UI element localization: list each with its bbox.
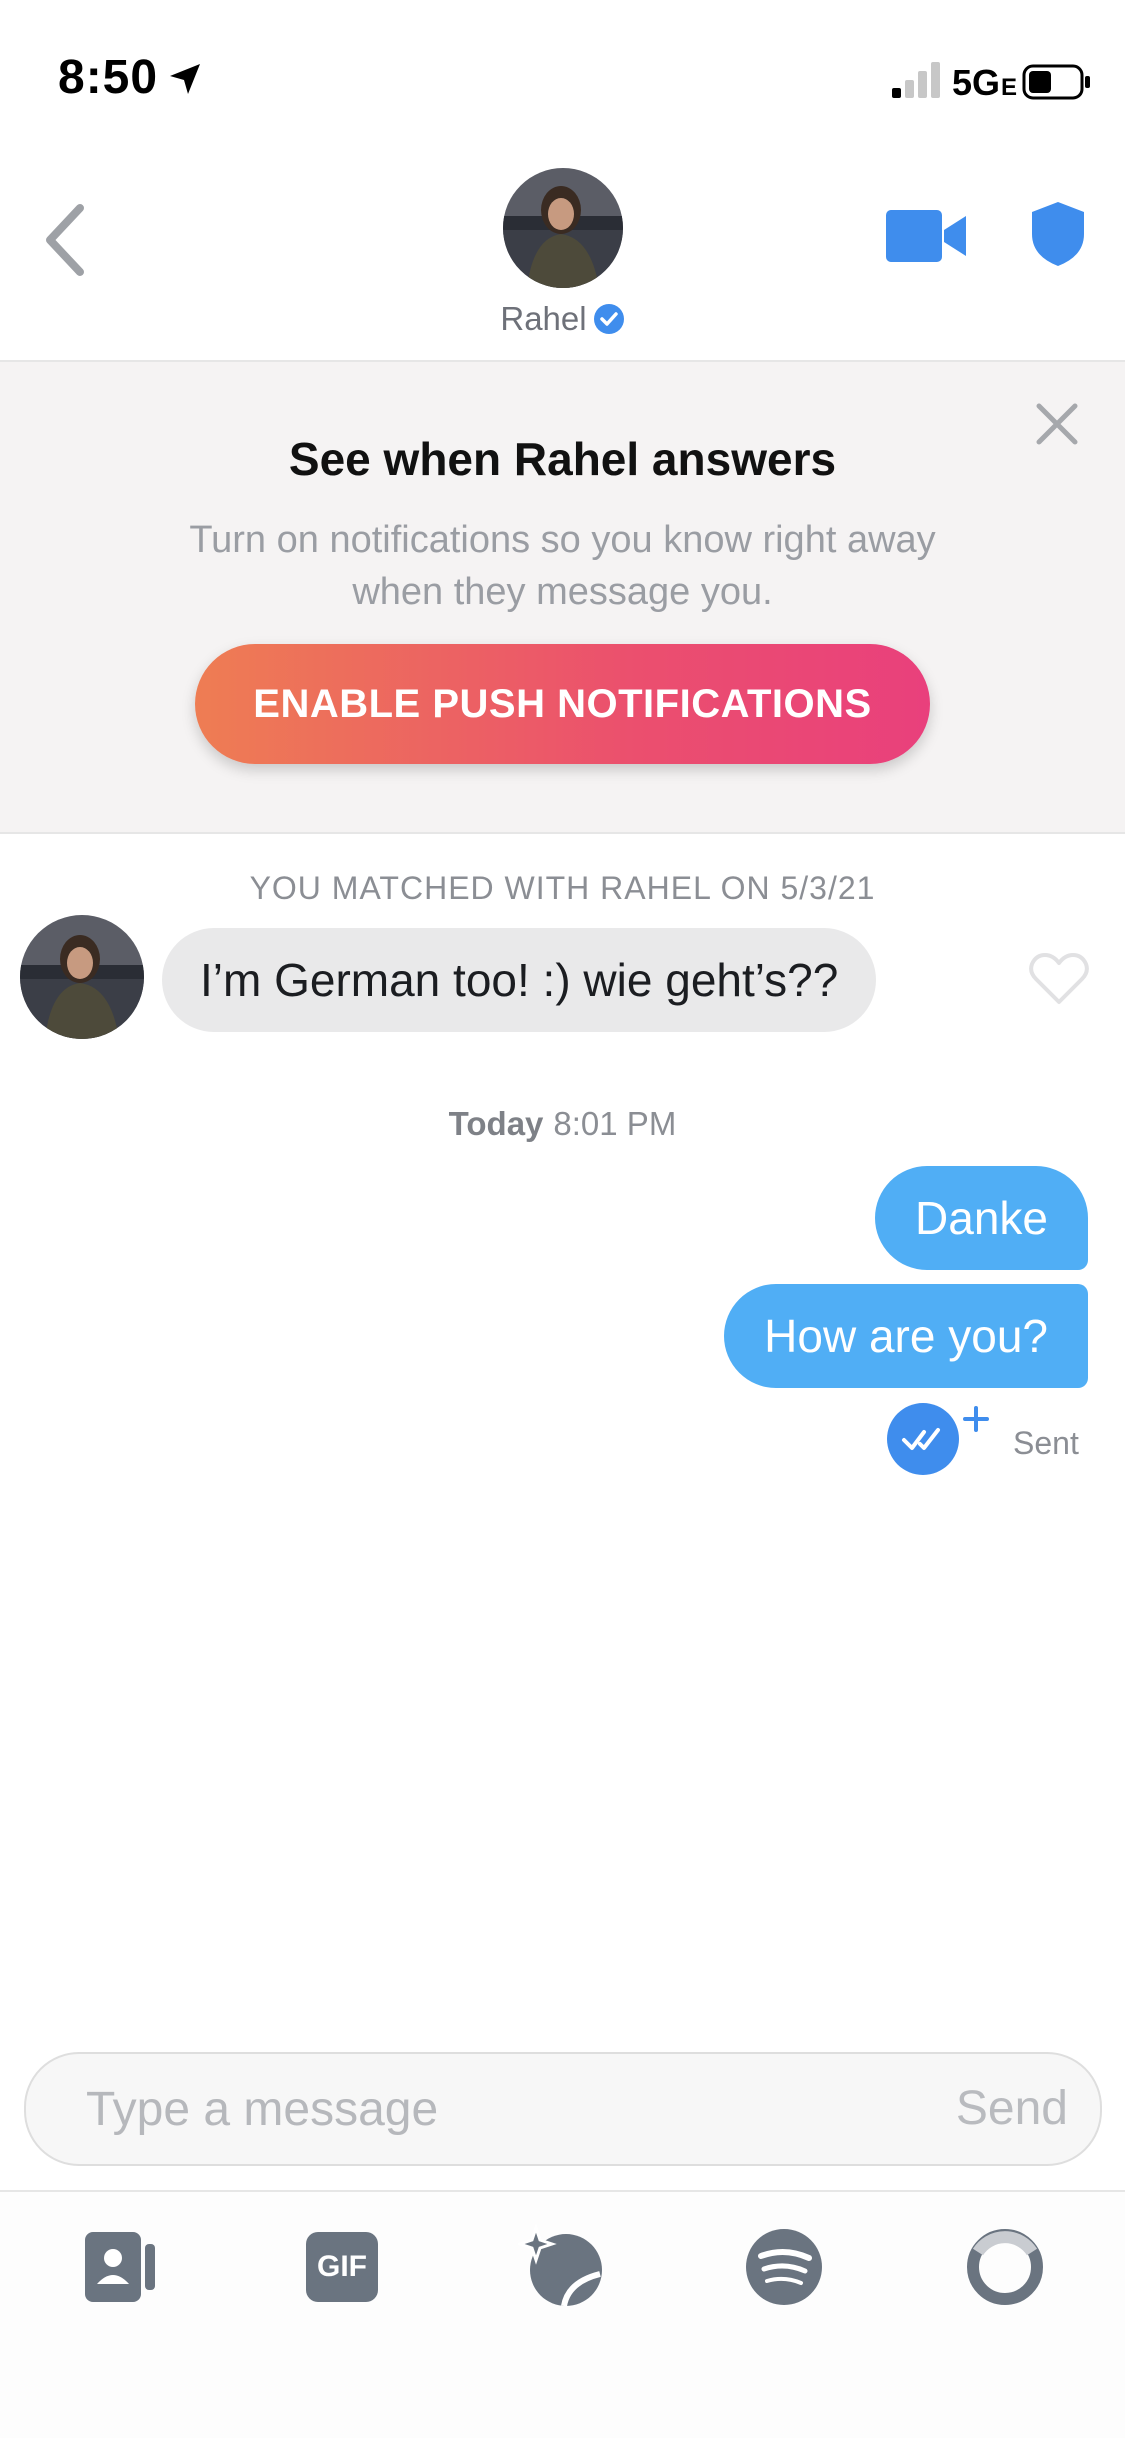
message-input[interactable] bbox=[86, 2054, 886, 2164]
promo-subtitle: Turn on notifications so you know right … bbox=[189, 519, 936, 613]
like-heart-icon[interactable] bbox=[1029, 952, 1089, 1006]
avatar-photo bbox=[503, 168, 623, 288]
chat-header: Rahel bbox=[0, 150, 1125, 362]
status-time: 8:50 bbox=[58, 51, 159, 104]
spotify-button[interactable] bbox=[739, 2222, 829, 2312]
notification-promo-banner: See when Rahel answers Turn on notificat… bbox=[0, 362, 1125, 834]
network-subtype: E bbox=[1001, 74, 1018, 101]
share-contact-button[interactable] bbox=[75, 2222, 165, 2312]
network-type: 5G bbox=[952, 62, 1001, 103]
verified-badge-icon bbox=[593, 304, 624, 334]
safety-shield-icon[interactable] bbox=[1028, 200, 1088, 268]
message-timestamp: Today 8:01 PM bbox=[0, 1105, 1125, 1143]
plus-icon[interactable] bbox=[963, 1406, 989, 1432]
spotify-icon bbox=[746, 2229, 822, 2305]
back-chevron-icon[interactable] bbox=[40, 200, 90, 280]
cellular-signal-icon bbox=[892, 62, 940, 98]
timestamp-day: Today bbox=[448, 1105, 544, 1142]
message-composer: Send bbox=[24, 2052, 1102, 2166]
profile-avatar[interactable] bbox=[503, 168, 623, 288]
location-arrow-icon bbox=[170, 64, 200, 94]
gif-icon: GIF bbox=[306, 2232, 378, 2302]
loops-button[interactable] bbox=[960, 2222, 1050, 2312]
avatar-photo bbox=[20, 915, 144, 1039]
profile-name: Rahel bbox=[500, 300, 587, 337]
sticker-sparkle-icon bbox=[515, 2223, 602, 2307]
battery-icon bbox=[1022, 64, 1090, 100]
status-bar: 8:50 5G E bbox=[0, 0, 1125, 150]
match-date-label: YOU MATCHED WITH RAHEL ON 5/3/21 bbox=[249, 870, 876, 906]
send-button[interactable]: Send bbox=[956, 2054, 1068, 2164]
sender-avatar[interactable] bbox=[20, 915, 144, 1039]
delivery-status: Sent bbox=[1013, 1425, 1079, 1461]
timestamp-time: 8:01 PM bbox=[553, 1105, 677, 1142]
outgoing-message-bubble[interactable]: Danke bbox=[875, 1166, 1088, 1270]
outgoing-message-bubble[interactable]: How are you? bbox=[724, 1284, 1088, 1388]
attachment-toolbar: GIF bbox=[0, 2190, 1125, 2438]
read-receipt-icon[interactable] bbox=[886, 1402, 960, 1476]
promo-title: See when Rahel answers bbox=[288, 433, 837, 485]
enable-push-notifications-button[interactable]: ENABLE PUSH NOTIFICATIONS bbox=[195, 644, 930, 764]
contact-card-icon bbox=[85, 2232, 155, 2302]
incoming-message-bubble[interactable]: I’m German too! :) wie geht’s?? bbox=[162, 928, 877, 1032]
loop-ring-icon bbox=[967, 2229, 1043, 2305]
sticker-button[interactable] bbox=[515, 2222, 608, 2312]
gif-button[interactable]: GIF bbox=[296, 2222, 386, 2312]
video-call-icon[interactable] bbox=[886, 208, 968, 264]
profile-name-row[interactable]: Rahel bbox=[0, 300, 1125, 338]
